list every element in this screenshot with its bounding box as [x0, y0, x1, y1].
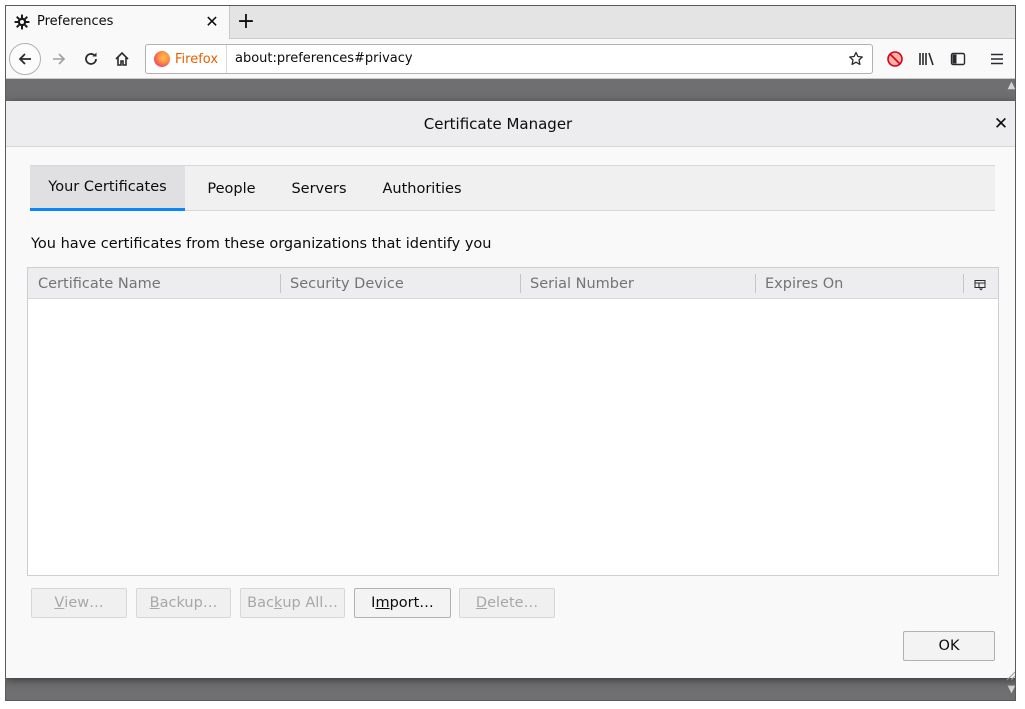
dialog-close-icon[interactable]: ✕	[990, 113, 1012, 135]
back-button[interactable]	[9, 43, 41, 75]
column-serial-number[interactable]: Serial Number	[520, 268, 755, 299]
delete-button[interactable]: Delete…	[459, 588, 555, 618]
tab-authorities[interactable]: Authorities	[367, 166, 477, 211]
table-header: Certificate Name Security Device Serial …	[28, 268, 998, 299]
tab-servers[interactable]: Servers	[277, 166, 361, 211]
dialog-title: Certificate Manager	[423, 115, 573, 133]
backup-button[interactable]: Backup…	[136, 588, 231, 618]
tab-people[interactable]: People	[190, 166, 273, 211]
tab-preferences[interactable]: Preferences ✕	[6, 6, 230, 39]
library-icon	[919, 52, 934, 66]
tracking-protection-button[interactable]	[882, 46, 908, 72]
menu-button[interactable]	[984, 46, 1010, 72]
tab-title: Preferences	[37, 14, 114, 29]
tab-strip: Preferences ✕ +	[6, 6, 1015, 39]
gear-icon	[14, 14, 30, 30]
identity-box[interactable]: Firefox	[146, 45, 228, 73]
forward-button[interactable]	[46, 46, 72, 72]
import-button[interactable]: Im port…	[354, 588, 451, 618]
certificates-description: You have certificates from these organiz…	[31, 236, 492, 252]
url-bar[interactable]: Firefox about:preferences#privacy	[145, 44, 873, 74]
new-tab-button[interactable]: +	[234, 11, 258, 35]
column-security-device[interactable]: Security Device	[280, 268, 520, 299]
certificate-manager-dialog: Certificate Manager ✕ Your Certificates …	[6, 101, 1015, 678]
url-text[interactable]: about:preferences#privacy	[235, 51, 413, 67]
firefox-logo-icon	[154, 51, 170, 67]
column-expires-on[interactable]: Expires On	[755, 268, 963, 299]
scroll-up-arrow-icon[interactable]: ▲	[1006, 80, 1015, 100]
bookmark-star-icon[interactable]	[846, 49, 866, 69]
scroll-down-arrow-icon[interactable]: ▼	[1006, 684, 1015, 700]
column-divider[interactable]	[963, 274, 964, 293]
column-certificate-name[interactable]: Certificate Name	[28, 268, 280, 299]
tracking-blocked-icon	[887, 51, 903, 67]
resize-grip-icon[interactable]	[1004, 666, 1015, 681]
sidebar-button[interactable]	[945, 46, 971, 72]
tab-close-icon[interactable]: ✕	[204, 14, 220, 30]
tab-your-certificates[interactable]: Your Certificates	[30, 166, 185, 211]
reload-button[interactable]	[78, 46, 104, 72]
back-arrow-icon	[18, 53, 31, 65]
home-icon	[115, 51, 129, 66]
column-picker-icon[interactable]	[974, 276, 986, 291]
home-button[interactable]	[109, 46, 135, 72]
hamburger-menu-icon	[991, 53, 1003, 65]
certificates-table[interactable]: Certificate Name Security Device Serial …	[27, 267, 999, 576]
forward-arrow-icon	[53, 53, 66, 65]
view-button[interactable]: View…	[31, 588, 127, 618]
ok-button[interactable]: OK	[903, 631, 995, 661]
browser-window: Preferences ✕ + Firefox about:preference…	[5, 5, 1016, 701]
sidebar-icon	[950, 52, 966, 66]
backup-all-button[interactable]: Bac k up All…	[240, 588, 345, 618]
reload-icon	[85, 52, 97, 65]
identity-label: Firefox	[175, 51, 219, 67]
table-body	[28, 299, 998, 575]
library-button[interactable]	[914, 46, 940, 72]
nav-bar: Firefox about:preferences#privacy	[6, 39, 1015, 79]
dialog-header: Certificate Manager ✕	[6, 101, 1015, 147]
certificate-tabs: Your Certificates People Servers Authori…	[30, 165, 995, 211]
